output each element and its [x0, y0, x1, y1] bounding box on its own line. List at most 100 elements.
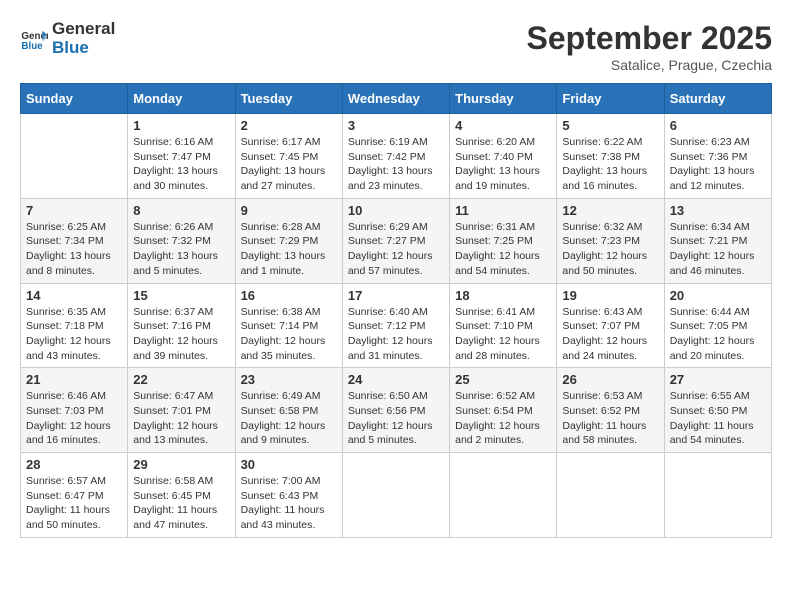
day-cell [664, 453, 771, 538]
day-number: 16 [241, 288, 337, 303]
weekday-sunday: Sunday [21, 84, 128, 114]
day-number: 9 [241, 203, 337, 218]
logo-blue: Blue [52, 39, 115, 58]
day-cell: 11 Sunrise: 6:31 AM Sunset: 7:25 PM Dayli… [450, 198, 557, 283]
week-row-1: 1 Sunrise: 6:16 AM Sunset: 7:47 PM Daylig… [21, 114, 772, 199]
day-info: Sunrise: 6:22 AM Sunset: 7:38 PM Dayligh… [562, 135, 658, 194]
day-cell: 18 Sunrise: 6:41 AM Sunset: 7:10 PM Dayli… [450, 283, 557, 368]
weekday-saturday: Saturday [664, 84, 771, 114]
page-header: General Blue General Blue September 2025… [20, 20, 772, 73]
logo-icon: General Blue [20, 25, 48, 53]
day-cell [450, 453, 557, 538]
day-cell: 25 Sunrise: 6:52 AM Sunset: 6:54 PM Dayli… [450, 368, 557, 453]
day-info: Sunrise: 6:32 AM Sunset: 7:23 PM Dayligh… [562, 220, 658, 279]
day-info: Sunrise: 6:19 AM Sunset: 7:42 PM Dayligh… [348, 135, 444, 194]
month-title: September 2025 [527, 20, 772, 57]
day-info: Sunrise: 6:38 AM Sunset: 7:14 PM Dayligh… [241, 305, 337, 364]
day-cell: 15Sunrise: 6:37 AM Sunset: 7:16 PM Dayli… [128, 283, 235, 368]
day-cell: 7Sunrise: 6:25 AM Sunset: 7:34 PM Daylig… [21, 198, 128, 283]
day-cell: 30 Sunrise: 7:00 AM Sunset: 6:43 PM Dayli… [235, 453, 342, 538]
day-cell [342, 453, 449, 538]
day-info: Sunrise: 6:40 AM Sunset: 7:12 PM Dayligh… [348, 305, 444, 364]
title-block: September 2025 Satalice, Prague, Czechia [527, 20, 772, 73]
day-info: Sunrise: 6:53 AM Sunset: 6:52 PM Dayligh… [562, 389, 658, 448]
day-cell: 9 Sunrise: 6:28 AM Sunset: 7:29 PM Daylig… [235, 198, 342, 283]
day-number: 6 [670, 118, 766, 133]
day-number: 8 [133, 203, 229, 218]
day-cell: 8 Sunrise: 6:26 AM Sunset: 7:32 PM Daylig… [128, 198, 235, 283]
day-info: Sunrise: 6:58 AM Sunset: 6:45 PM Dayligh… [133, 474, 229, 533]
day-info: Sunrise: 6:23 AM Sunset: 7:36 PM Dayligh… [670, 135, 766, 194]
day-cell: 24 Sunrise: 6:50 AM Sunset: 6:56 PM Dayli… [342, 368, 449, 453]
day-info: Sunrise: 6:35 AM Sunset: 7:18 PM Dayligh… [26, 305, 122, 364]
week-row-5: 28 Sunrise: 6:57 AM Sunset: 6:47 PM Dayli… [21, 453, 772, 538]
day-cell: 3Sunrise: 6:19 AM Sunset: 7:42 PM Daylig… [342, 114, 449, 199]
day-cell: 28 Sunrise: 6:57 AM Sunset: 6:47 PM Dayli… [21, 453, 128, 538]
day-info: Sunrise: 6:41 AM Sunset: 7:10 PM Dayligh… [455, 305, 551, 364]
calendar-body: 1 Sunrise: 6:16 AM Sunset: 7:47 PM Daylig… [21, 114, 772, 538]
day-cell: 29 Sunrise: 6:58 AM Sunset: 6:45 PM Dayli… [128, 453, 235, 538]
day-cell: 10Sunrise: 6:29 AM Sunset: 7:27 PM Dayli… [342, 198, 449, 283]
day-number: 17 [348, 288, 444, 303]
day-number: 11 [455, 203, 551, 218]
weekday-thursday: Thursday [450, 84, 557, 114]
day-info: Sunrise: 6:57 AM Sunset: 6:47 PM Dayligh… [26, 474, 122, 533]
day-info: Sunrise: 6:17 AM Sunset: 7:45 PM Dayligh… [241, 135, 337, 194]
day-number: 19 [562, 288, 658, 303]
day-info: Sunrise: 6:43 AM Sunset: 7:07 PM Dayligh… [562, 305, 658, 364]
logo-general: General [52, 20, 115, 39]
day-cell: 21 Sunrise: 6:46 AM Sunset: 7:03 PM Dayli… [21, 368, 128, 453]
weekday-wednesday: Wednesday [342, 84, 449, 114]
day-info: Sunrise: 6:26 AM Sunset: 7:32 PM Dayligh… [133, 220, 229, 279]
day-number: 30 [241, 457, 337, 472]
day-number: 15 [133, 288, 229, 303]
day-number: 4 [455, 118, 551, 133]
svg-text:Blue: Blue [21, 40, 43, 51]
day-number: 5 [562, 118, 658, 133]
day-number: 12 [562, 203, 658, 218]
day-cell: 1 Sunrise: 6:16 AM Sunset: 7:47 PM Daylig… [128, 114, 235, 199]
day-cell: 17 Sunrise: 6:40 AM Sunset: 7:12 PM Dayli… [342, 283, 449, 368]
day-number: 25 [455, 372, 551, 387]
day-number: 26 [562, 372, 658, 387]
weekday-monday: Monday [128, 84, 235, 114]
day-number: 2 [241, 118, 337, 133]
day-cell: 22 Sunrise: 6:47 AM Sunset: 7:01 PM Dayli… [128, 368, 235, 453]
week-row-3: 14Sunrise: 6:35 AM Sunset: 7:18 PM Dayli… [21, 283, 772, 368]
day-number: 1 [133, 118, 229, 133]
day-cell: 19 Sunrise: 6:43 AM Sunset: 7:07 PM Dayli… [557, 283, 664, 368]
day-info: Sunrise: 6:46 AM Sunset: 7:03 PM Dayligh… [26, 389, 122, 448]
day-info: Sunrise: 6:49 AM Sunset: 6:58 PM Dayligh… [241, 389, 337, 448]
day-number: 20 [670, 288, 766, 303]
day-number: 29 [133, 457, 229, 472]
weekday-tuesday: Tuesday [235, 84, 342, 114]
day-cell: 4 Sunrise: 6:20 AM Sunset: 7:40 PM Daylig… [450, 114, 557, 199]
day-cell: 27Sunrise: 6:55 AM Sunset: 6:50 PM Dayli… [664, 368, 771, 453]
day-info: Sunrise: 6:47 AM Sunset: 7:01 PM Dayligh… [133, 389, 229, 448]
week-row-2: 7Sunrise: 6:25 AM Sunset: 7:34 PM Daylig… [21, 198, 772, 283]
day-info: Sunrise: 6:16 AM Sunset: 7:47 PM Dayligh… [133, 135, 229, 194]
location-subtitle: Satalice, Prague, Czechia [527, 57, 772, 73]
day-number: 13 [670, 203, 766, 218]
week-row-4: 21 Sunrise: 6:46 AM Sunset: 7:03 PM Dayli… [21, 368, 772, 453]
calendar-table: SundayMondayTuesdayWednesdayThursdayFrid… [20, 83, 772, 538]
day-info: Sunrise: 6:28 AM Sunset: 7:29 PM Dayligh… [241, 220, 337, 279]
day-info: Sunrise: 6:52 AM Sunset: 6:54 PM Dayligh… [455, 389, 551, 448]
day-number: 22 [133, 372, 229, 387]
day-cell: 26 Sunrise: 6:53 AM Sunset: 6:52 PM Dayli… [557, 368, 664, 453]
day-number: 24 [348, 372, 444, 387]
day-info: Sunrise: 6:29 AM Sunset: 7:27 PM Dayligh… [348, 220, 444, 279]
day-number: 18 [455, 288, 551, 303]
day-number: 28 [26, 457, 122, 472]
day-cell: 13Sunrise: 6:34 AM Sunset: 7:21 PM Dayli… [664, 198, 771, 283]
day-cell: 20Sunrise: 6:44 AM Sunset: 7:05 PM Dayli… [664, 283, 771, 368]
day-cell: 23Sunrise: 6:49 AM Sunset: 6:58 PM Dayli… [235, 368, 342, 453]
day-cell [557, 453, 664, 538]
weekday-header-row: SundayMondayTuesdayWednesdayThursdayFrid… [21, 84, 772, 114]
day-number: 21 [26, 372, 122, 387]
day-info: Sunrise: 7:00 AM Sunset: 6:43 PM Dayligh… [241, 474, 337, 533]
day-info: Sunrise: 6:25 AM Sunset: 7:34 PM Dayligh… [26, 220, 122, 279]
day-info: Sunrise: 6:20 AM Sunset: 7:40 PM Dayligh… [455, 135, 551, 194]
day-info: Sunrise: 6:50 AM Sunset: 6:56 PM Dayligh… [348, 389, 444, 448]
day-info: Sunrise: 6:31 AM Sunset: 7:25 PM Dayligh… [455, 220, 551, 279]
